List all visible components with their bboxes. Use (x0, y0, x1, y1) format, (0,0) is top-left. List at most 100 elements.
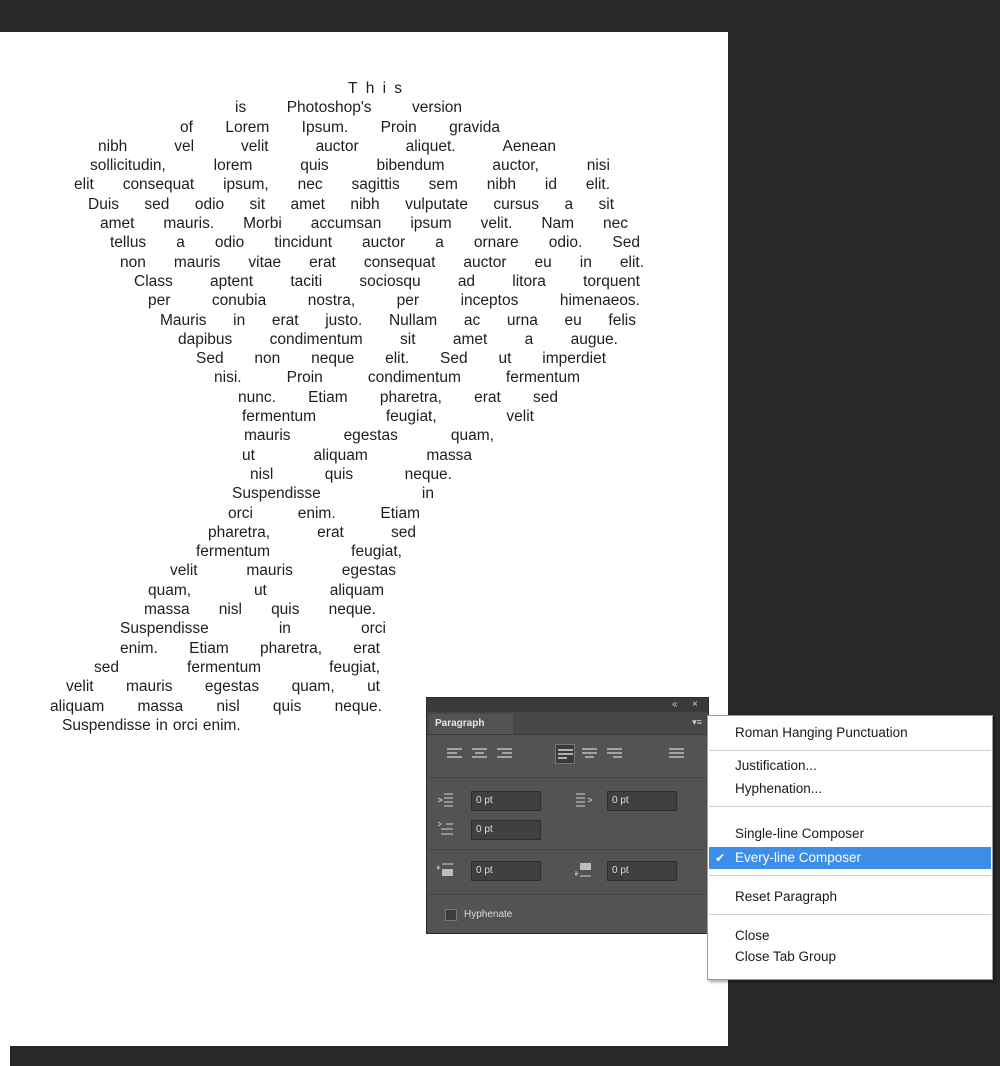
space-after-field[interactable]: 0 pt (607, 861, 677, 881)
text-line: mauris egestas quam, (50, 426, 650, 445)
text-word: eu (564, 311, 582, 329)
text-line: of Lorem Ipsum. Proin gravida (50, 118, 650, 137)
tab-paragraph[interactable]: Paragraph (429, 714, 513, 734)
text-word: lorem (213, 157, 253, 175)
text-word: condimentum (367, 369, 461, 387)
text-word: quis (300, 157, 329, 175)
space-before-field[interactable]: 0 pt (471, 861, 541, 881)
close-icon[interactable]: × (692, 699, 698, 711)
text-word: Sed (612, 234, 640, 252)
text-word: nec (297, 176, 323, 194)
text-word: quis (324, 465, 354, 483)
text-word: felis (608, 311, 636, 329)
text-line: ut aliquam massa (50, 446, 650, 465)
text-word: massa (426, 446, 472, 464)
justify-last-right-icon (607, 748, 622, 758)
menu-item-close[interactable]: Close (709, 925, 991, 947)
align-left-button[interactable] (445, 744, 465, 764)
text-word: a (176, 234, 185, 252)
justify-last-center-button[interactable] (580, 744, 600, 764)
menu-item-single-line-composer[interactable]: Single-line Composer (709, 823, 991, 845)
menu-separator (709, 875, 991, 876)
menu-separator (709, 914, 991, 915)
first-line-indent-field[interactable]: 0 pt (471, 820, 541, 840)
left-indent-icon (437, 793, 453, 807)
align-right-icon (497, 748, 512, 758)
text-glyph: i (382, 80, 387, 97)
text-word: auctor (315, 137, 359, 155)
menu-item-hyphenation[interactable]: Hyphenation... (709, 778, 991, 800)
text-word: sed (94, 658, 119, 676)
text-word: Etiam (189, 639, 229, 657)
text-word: ac (463, 311, 481, 329)
left-indent-field[interactable]: 0 pt (471, 791, 541, 811)
text-word: vel (174, 137, 195, 155)
text-word: sem (428, 176, 458, 194)
menu-item-reset-paragraph[interactable]: Reset Paragraph (709, 886, 991, 908)
text-word: auctor (463, 253, 507, 271)
align-center-button[interactable] (470, 744, 490, 764)
text-word: orci (361, 620, 386, 638)
text-word: amet (100, 215, 135, 233)
text-line: pharetra, erat sed (50, 523, 650, 542)
text-word: velit (66, 678, 94, 696)
text-word: in (579, 253, 592, 271)
menu-item-justification[interactable]: Justification... (709, 755, 991, 777)
align-right-button[interactable] (495, 744, 515, 764)
text-word: a (564, 195, 574, 213)
text-word: Morbi (243, 215, 282, 233)
text-word: Mauris (160, 311, 207, 329)
text-word: nostra, (307, 292, 356, 310)
text-word: nisi (586, 157, 610, 175)
text-word: erat (353, 639, 380, 657)
top-pasteboard (0, 0, 1000, 32)
text-word: mauris (246, 562, 293, 580)
text-line: non mauris vitae erat consequat auctor eu in eli… (50, 253, 650, 272)
text-glyph: T (348, 80, 358, 97)
menu-item-every-line-composer[interactable]: ✔ Every-line Composer (709, 847, 991, 869)
text-word: conubia (211, 292, 267, 310)
justify-last-right-button[interactable] (605, 744, 625, 764)
align-center-icon (472, 748, 487, 758)
text-word: ipsum, (223, 176, 269, 194)
text-word: elit (74, 176, 94, 194)
text-word: sed (533, 388, 558, 406)
text-word: a (435, 234, 444, 252)
text-line: fermentum feugiat, velit (50, 407, 650, 426)
text-word: aliquet. (405, 137, 456, 155)
text-word: pharetra, (379, 388, 442, 406)
text-line: Suspendisse in (50, 484, 650, 503)
text-word: velit (170, 562, 198, 580)
text-word: sit (598, 195, 615, 213)
text-word: aliquam (50, 697, 105, 715)
text-word: nec (603, 215, 628, 233)
justify-last-left-button[interactable] (555, 744, 575, 764)
text-word: non (120, 253, 146, 271)
justify-all-button[interactable] (667, 744, 687, 764)
text-word: massa (137, 697, 184, 715)
text-word: Nam (541, 215, 575, 233)
text-word: nisl (216, 697, 240, 715)
text-word: ut (242, 446, 255, 464)
menu-item-close-tab-group[interactable]: Close Tab Group (709, 946, 991, 968)
text-word: ornare (473, 234, 519, 252)
shaped-paragraph-text[interactable]: Th i s is Photoshop's version of Lorem Ipsum. Pro… (50, 79, 650, 735)
text-word: nunc. (238, 388, 276, 406)
text-word: sed (391, 523, 416, 541)
text-line: enim. Etiam pharetra, erat (50, 639, 650, 658)
double-chevron-icon[interactable]: « (672, 699, 678, 711)
right-indent-field[interactable]: 0 pt (607, 791, 677, 811)
panel-divider (427, 777, 708, 778)
hyphenate-checkbox[interactable] (445, 909, 457, 921)
text-word: Lorem (225, 118, 270, 136)
text-word: nisi. (214, 369, 242, 387)
panel-titlebar[interactable]: « × (427, 698, 708, 712)
text-word: pharetra, (260, 639, 323, 657)
text-word: vulputate (405, 195, 468, 213)
text-word: erat (271, 311, 299, 329)
text-word: version (412, 99, 462, 117)
text-line: nibh vel velit auctor aliquet. Aenean (50, 137, 650, 156)
panel-menu-icon[interactable]: ▾≡ (690, 716, 704, 728)
text-glyph: s (394, 80, 402, 97)
menu-item-roman-hanging-punctuation[interactable]: Roman Hanging Punctuation (709, 722, 991, 744)
